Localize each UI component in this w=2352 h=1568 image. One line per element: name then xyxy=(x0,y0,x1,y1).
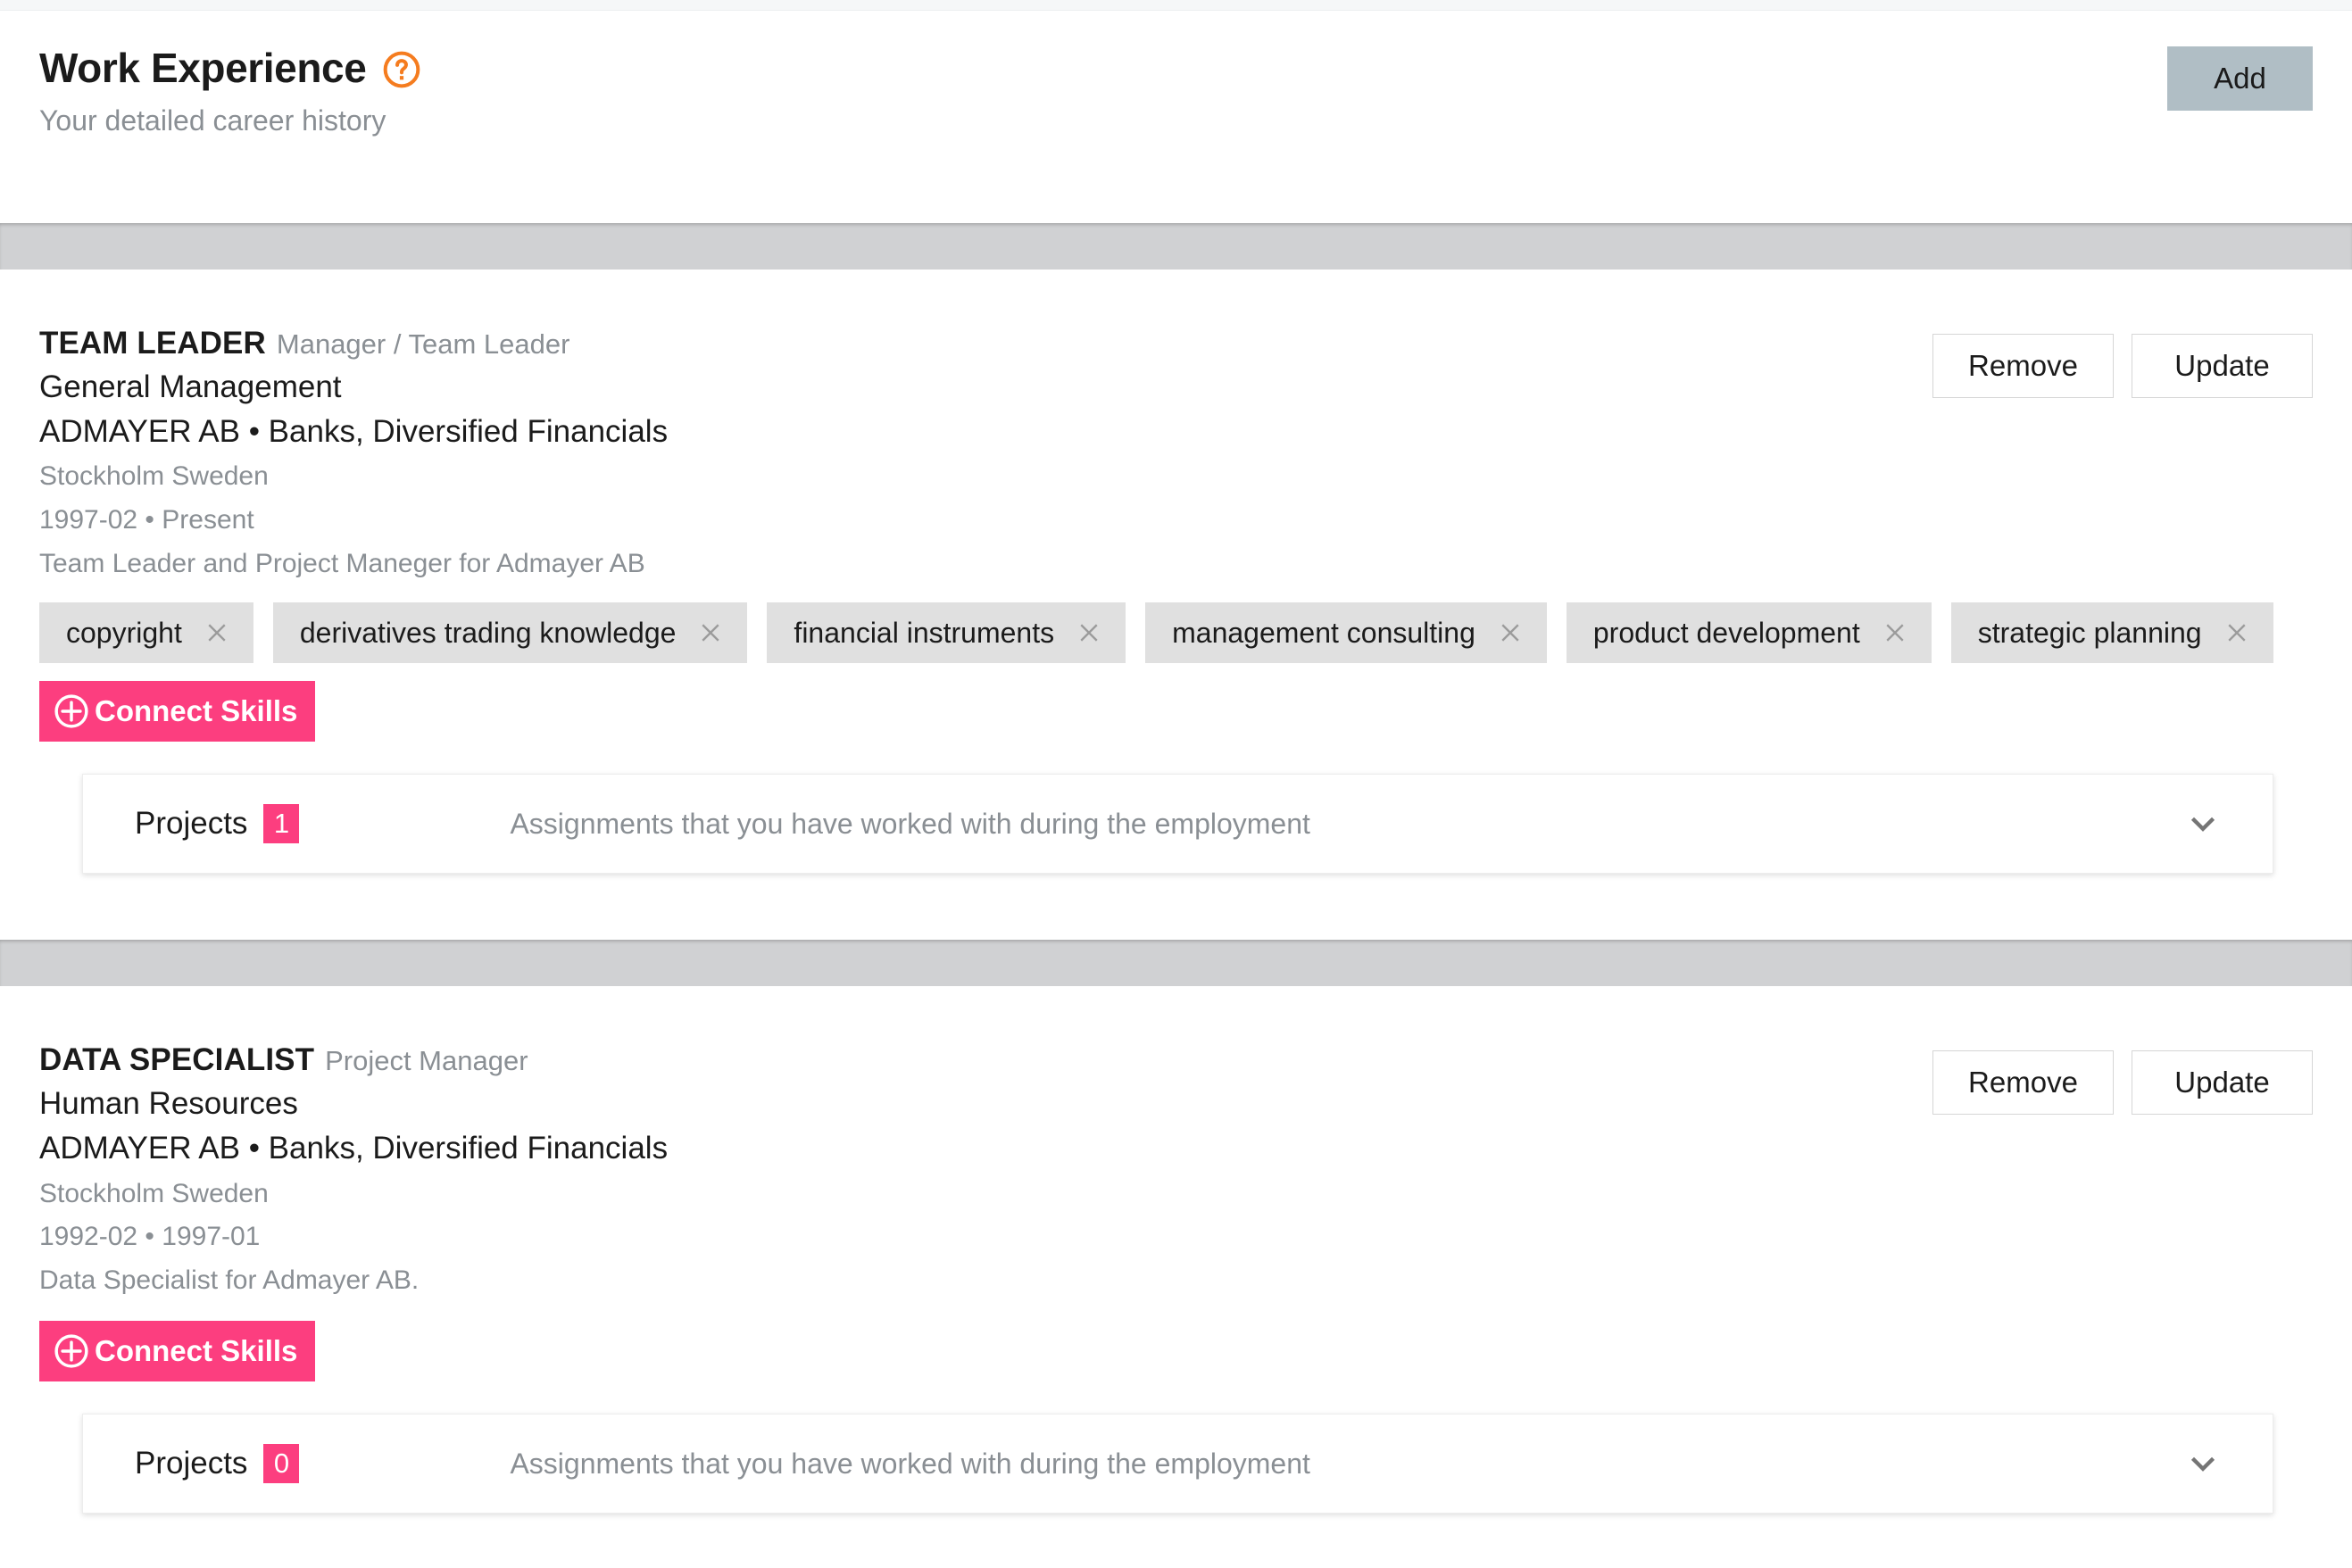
projects-title: Projects xyxy=(135,806,248,842)
location: Stockholm Sweden xyxy=(39,461,269,492)
entry-header: TEAM LEADER Manager / Team Leader Genera… xyxy=(39,323,2313,583)
skill-tag-label: product development xyxy=(1592,616,1860,649)
close-icon[interactable] xyxy=(697,619,724,646)
projects-description: Assignments that you have worked with du… xyxy=(510,807,1310,840)
plus-circle-icon xyxy=(52,692,91,731)
department: Human Resources xyxy=(39,1086,298,1122)
work-experience-page: Work Experience Your detailed career his… xyxy=(0,0,2352,1568)
entry-actions: Remove Update xyxy=(1932,323,2313,398)
connect-skills-button[interactable]: Connect Skills xyxy=(39,1321,316,1382)
skill-tag[interactable]: product development xyxy=(1566,602,1932,664)
role-title: TEAM LEADER xyxy=(39,326,266,361)
remove-button[interactable]: Remove xyxy=(1932,334,2114,398)
location: Stockholm Sweden xyxy=(39,1178,269,1208)
skill-tag-label: management consulting xyxy=(1172,616,1475,649)
skill-tag-label: copyright xyxy=(66,616,182,649)
update-button[interactable]: Update xyxy=(2132,1050,2313,1116)
entry-actions: Remove Update xyxy=(1932,1040,2313,1116)
entry-description: Team Leader and Project Maneger for Adma… xyxy=(39,548,645,578)
connect-skills-row: Connect Skills xyxy=(39,1321,2313,1382)
skill-tag[interactable]: derivatives trading knowledge xyxy=(272,602,748,664)
title-row: Work Experience xyxy=(39,46,2352,89)
entry-body-spacer xyxy=(39,874,2313,900)
skill-tag-label: strategic planning xyxy=(1977,616,2202,649)
entry-description: Data Specialist for Admayer AB. xyxy=(39,1265,420,1295)
top-strip xyxy=(0,0,2352,11)
connect-skills-button[interactable]: Connect Skills xyxy=(39,681,316,743)
section-divider-band-2 xyxy=(0,940,2352,987)
projects-title: Projects xyxy=(135,1446,248,1481)
chevron-down-icon[interactable] xyxy=(2183,804,2223,843)
role-level: Manager / Team Leader xyxy=(276,328,570,360)
projects-accordion[interactable]: Projects 1 Assignments that you have wor… xyxy=(82,774,2273,875)
employment-dates: 1997-02 • Present xyxy=(39,504,254,535)
section-divider-band-1 xyxy=(0,223,2352,270)
skill-tag[interactable]: copyright xyxy=(39,602,253,664)
page-header: Work Experience Your detailed career his… xyxy=(0,11,2352,223)
projects-count-badge: 1 xyxy=(263,804,300,844)
skill-tag[interactable]: financial instruments xyxy=(767,602,1126,664)
company: ADMAYER AB • Banks, Diversified Financia… xyxy=(39,413,669,449)
role-line: TEAM LEADER Manager / Team Leader xyxy=(39,323,668,364)
close-icon[interactable] xyxy=(1076,619,1102,646)
page-title: Work Experience xyxy=(39,45,367,91)
projects-label-group: Projects 1 xyxy=(135,804,300,844)
question-circle-icon[interactable] xyxy=(382,50,421,89)
update-button[interactable]: Update xyxy=(2132,334,2313,398)
plus-circle-icon xyxy=(52,1332,91,1371)
remove-button[interactable]: Remove xyxy=(1932,1050,2114,1116)
skill-tag-label: derivatives trading knowledge xyxy=(299,616,677,649)
skill-tag-label: financial instruments xyxy=(794,616,1055,649)
connect-skills-label: Connect Skills xyxy=(95,1334,298,1368)
projects-description: Assignments that you have worked with du… xyxy=(510,1447,1310,1480)
entry-info: DATA SPECIALIST Project Manager Human Re… xyxy=(39,1040,668,1299)
close-icon[interactable] xyxy=(1497,619,1524,646)
entry-header: DATA SPECIALIST Project Manager Human Re… xyxy=(39,1040,2313,1299)
experience-entry: DATA SPECIALIST Project Manager Human Re… xyxy=(0,986,2352,1554)
skill-tag[interactable]: management consulting xyxy=(1145,602,1547,664)
projects-label-group: Projects 0 xyxy=(135,1444,300,1484)
chevron-down-icon[interactable] xyxy=(2183,1444,2223,1483)
add-button[interactable]: Add xyxy=(2167,46,2313,111)
skill-tag-list: copyright derivatives trading knowledge … xyxy=(39,602,2313,743)
role-title: DATA SPECIALIST xyxy=(39,1042,315,1078)
close-icon[interactable] xyxy=(1882,619,1908,646)
projects-count-badge: 0 xyxy=(263,1444,300,1484)
company: ADMAYER AB • Banks, Diversified Financia… xyxy=(39,1130,669,1166)
role-level: Project Manager xyxy=(325,1045,528,1077)
close-icon[interactable] xyxy=(2223,619,2250,646)
connect-skills-label: Connect Skills xyxy=(95,694,298,728)
skill-tag[interactable]: strategic planning xyxy=(1950,602,2273,664)
entry-info: TEAM LEADER Manager / Team Leader Genera… xyxy=(39,323,668,583)
page-subtitle: Your detailed career history xyxy=(39,104,386,137)
role-line: DATA SPECIALIST Project Manager xyxy=(39,1040,668,1081)
experience-entry: TEAM LEADER Manager / Team Leader Genera… xyxy=(0,270,2352,941)
projects-accordion[interactable]: Projects 0 Assignments that you have wor… xyxy=(82,1414,2273,1514)
employment-dates: 1992-02 • 1997-01 xyxy=(39,1222,261,1252)
close-icon[interactable] xyxy=(204,619,230,646)
department: General Management xyxy=(39,369,342,405)
